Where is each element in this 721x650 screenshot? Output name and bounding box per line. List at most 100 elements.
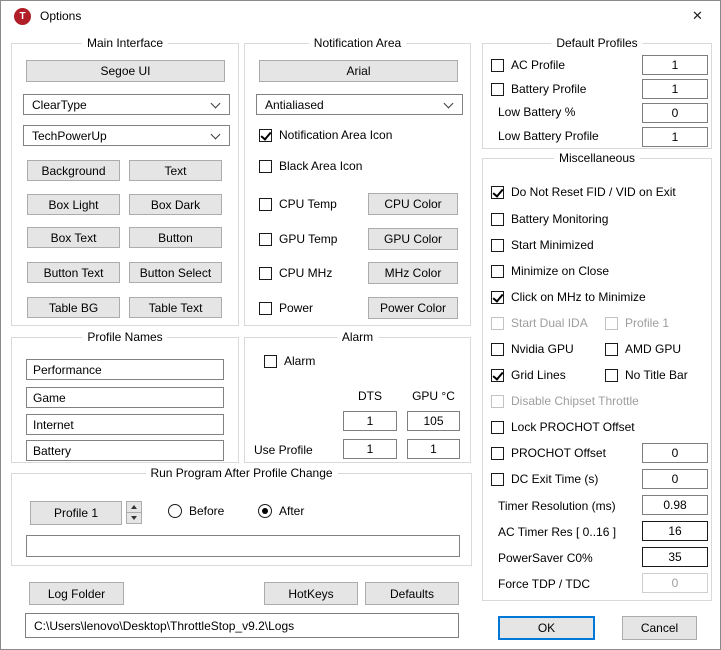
after-radio[interactable]: After xyxy=(258,504,304,518)
theme-dropdown[interactable]: TechPowerUp xyxy=(23,125,230,146)
hotkeys-button[interactable]: HotKeys xyxy=(264,582,358,605)
box-text-button[interactable]: Box Text xyxy=(27,227,120,248)
run-command-input[interactable] xyxy=(26,535,460,557)
button-text-button[interactable]: Button Text xyxy=(27,262,120,283)
close-icon[interactable]: ✕ xyxy=(675,1,720,31)
checkbox[interactable] xyxy=(264,355,277,368)
radio-button[interactable] xyxy=(168,504,182,518)
battery-profile-value[interactable]: 1 xyxy=(642,79,708,99)
antialias-dropdown[interactable]: Antialiased xyxy=(256,94,463,115)
cancel-button[interactable]: Cancel xyxy=(622,616,697,640)
profile-1-checkbox: Profile 1 xyxy=(605,316,669,330)
checkbox[interactable] xyxy=(491,83,504,96)
power-color-button[interactable]: Power Color xyxy=(368,297,458,319)
before-radio[interactable]: Before xyxy=(168,504,224,518)
checkbox[interactable] xyxy=(491,239,504,252)
button-select-button[interactable]: Button Select xyxy=(129,262,222,283)
checkbox[interactable] xyxy=(259,302,272,315)
powersaver-c0-input[interactable]: 35 xyxy=(642,547,708,567)
do-not-reset-checkbox[interactable]: Do Not Reset FID / VID on Exit xyxy=(491,185,676,199)
alarm-checkbox[interactable]: Alarm xyxy=(264,354,315,368)
black-area-icon-checkbox[interactable]: Black Area Icon xyxy=(259,159,362,173)
checkbox[interactable] xyxy=(605,343,618,356)
box-light-button[interactable]: Box Light xyxy=(27,194,120,215)
profile-name-1-input[interactable] xyxy=(26,359,224,380)
battery-profile-checkbox[interactable]: Battery Profile xyxy=(491,82,586,96)
low-battery-profile-value[interactable]: 1 xyxy=(642,127,708,147)
ac-timer-res-input[interactable]: 16 xyxy=(642,521,708,541)
checkbox[interactable] xyxy=(491,186,504,199)
cpu-color-button[interactable]: CPU Color xyxy=(368,193,458,215)
use-profile-dts-value[interactable]: 1 xyxy=(343,439,397,459)
font-smoothing-dropdown[interactable]: ClearType xyxy=(23,94,230,115)
profile-name-4-input[interactable] xyxy=(26,440,224,461)
notification-font-button[interactable]: Arial xyxy=(259,60,458,82)
checkbox[interactable] xyxy=(259,198,272,211)
profile-name-3-input[interactable] xyxy=(26,414,224,435)
lock-prochot-checkbox[interactable]: Lock PROCHOT Offset xyxy=(491,420,635,434)
grid-lines-checkbox[interactable]: Grid Lines xyxy=(491,368,566,382)
radio-button[interactable] xyxy=(258,504,272,518)
cpu-temp-checkbox[interactable]: CPU Temp xyxy=(259,197,337,211)
gpu-color-button[interactable]: GPU Color xyxy=(368,228,458,250)
chevron-down-icon xyxy=(444,99,454,109)
click-mhz-minimize-checkbox[interactable]: Click on MHz to Minimize xyxy=(491,290,646,304)
checkbox[interactable] xyxy=(259,233,272,246)
checkbox[interactable] xyxy=(259,160,272,173)
power-checkbox[interactable]: Power xyxy=(259,301,313,315)
checkbox[interactable] xyxy=(491,421,504,434)
checkbox[interactable] xyxy=(605,369,618,382)
profile-spinner[interactable] xyxy=(126,501,142,524)
group-run-program: Run Program After Profile Change Profile… xyxy=(11,473,472,566)
prochot-offset-value[interactable]: 0 xyxy=(642,443,708,463)
amd-gpu-checkbox[interactable]: AMD GPU xyxy=(605,342,681,356)
checkbox[interactable] xyxy=(491,213,504,226)
checkbox[interactable] xyxy=(259,129,272,142)
checkbox[interactable] xyxy=(491,343,504,356)
button-color-button[interactable]: Button xyxy=(129,227,222,248)
notification-area-icon-checkbox[interactable]: Notification Area Icon xyxy=(259,128,392,142)
checkbox[interactable] xyxy=(491,291,504,304)
prochot-offset-checkbox[interactable]: PROCHOT Offset xyxy=(491,446,606,460)
checkbox[interactable] xyxy=(259,267,272,280)
text-color-button[interactable]: Text xyxy=(129,160,222,181)
run-profile-button[interactable]: Profile 1 xyxy=(30,501,122,525)
ac-profile-value[interactable]: 1 xyxy=(642,55,708,75)
battery-monitoring-checkbox[interactable]: Battery Monitoring xyxy=(491,212,608,226)
checkbox[interactable] xyxy=(491,473,504,486)
checkbox-label: GPU Temp xyxy=(279,232,337,246)
checkbox[interactable] xyxy=(491,59,504,72)
nvidia-gpu-checkbox[interactable]: Nvidia GPU xyxy=(491,342,574,356)
ac-profile-checkbox[interactable]: AC Profile xyxy=(491,58,565,72)
mhz-color-button[interactable]: MHz Color xyxy=(368,262,458,284)
background-color-button[interactable]: Background xyxy=(27,160,120,181)
ac-timer-res-label: AC Timer Res [ 0..16 ] xyxy=(498,525,616,539)
log-path-field[interactable]: C:\Users\lenovo\Desktop\ThrottleStop_v9.… xyxy=(25,613,459,638)
group-title: Profile Names xyxy=(82,330,167,344)
cpu-mhz-checkbox[interactable]: CPU MHz xyxy=(259,266,332,280)
table-text-button[interactable]: Table Text xyxy=(129,297,222,318)
box-dark-button[interactable]: Box Dark xyxy=(129,194,222,215)
dc-exit-time-value[interactable]: 0 xyxy=(642,469,708,489)
log-folder-button[interactable]: Log Folder xyxy=(29,582,124,605)
profile-name-2-input[interactable] xyxy=(26,387,224,408)
start-minimized-checkbox[interactable]: Start Minimized xyxy=(491,238,594,252)
checkbox[interactable] xyxy=(491,447,504,460)
dropdown-value: Antialiased xyxy=(265,98,324,112)
checkbox[interactable] xyxy=(491,369,504,382)
spinner-down-button[interactable] xyxy=(126,512,142,524)
dc-exit-time-checkbox[interactable]: DC Exit Time (s) xyxy=(491,472,598,486)
no-title-bar-checkbox[interactable]: No Title Bar xyxy=(605,368,688,382)
table-bg-button[interactable]: Table BG xyxy=(27,297,120,318)
low-battery-pct-value[interactable]: 0 xyxy=(642,103,708,123)
checkbox-label: Power xyxy=(279,301,313,315)
defaults-button[interactable]: Defaults xyxy=(365,582,459,605)
checkbox[interactable] xyxy=(491,265,504,278)
use-profile-gpu-value[interactable]: 1 xyxy=(407,439,460,459)
gpu-temp-checkbox[interactable]: GPU Temp xyxy=(259,232,337,246)
minimize-on-close-checkbox[interactable]: Minimize on Close xyxy=(491,264,609,278)
ok-button[interactable]: OK xyxy=(498,616,595,640)
alarm-gpu-value[interactable]: 105 xyxy=(407,411,460,431)
alarm-dts-value[interactable]: 1 xyxy=(343,411,397,431)
main-font-button[interactable]: Segoe UI xyxy=(26,60,225,82)
